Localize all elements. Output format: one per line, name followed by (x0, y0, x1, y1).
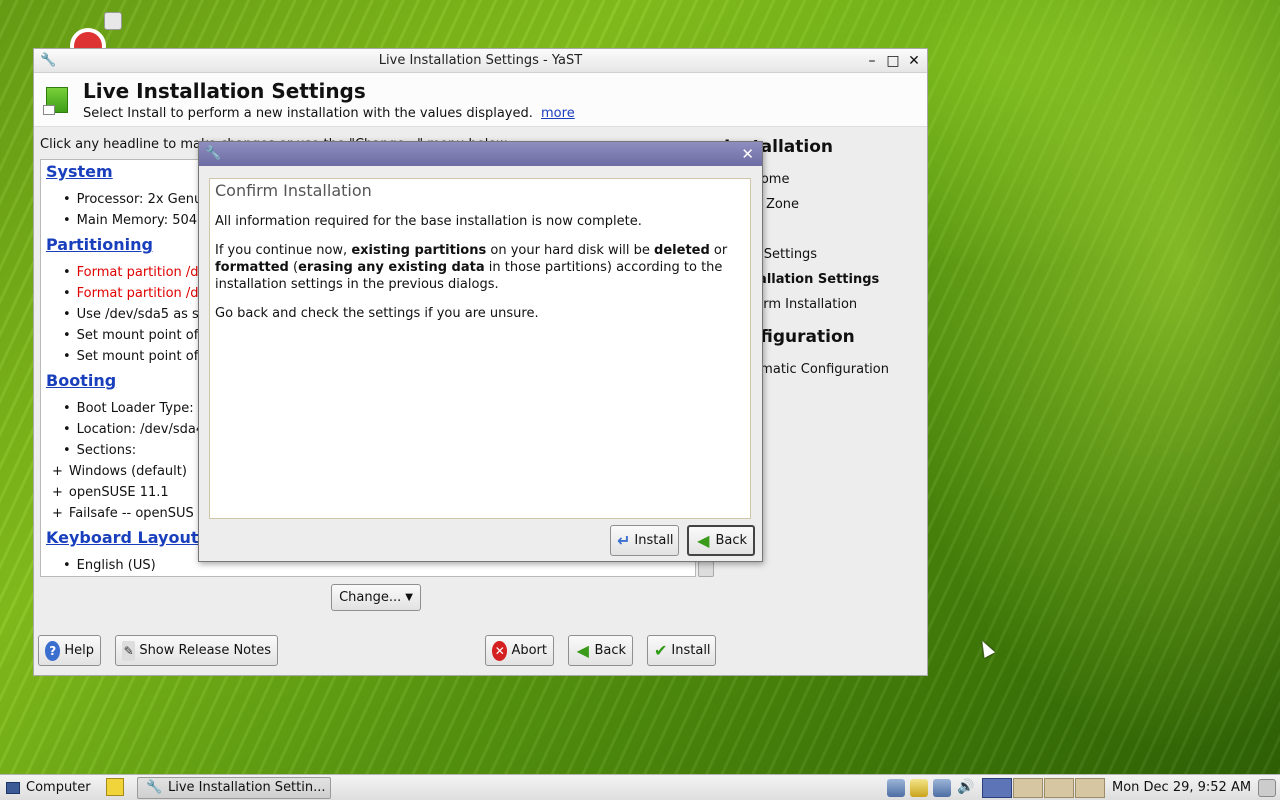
dialog-install-button[interactable]: ↵ Install (610, 525, 679, 556)
notes-icon: ✎ (122, 640, 136, 661)
mouse-cursor (976, 638, 996, 658)
window-titlebar[interactable]: 🔧 Live Installation Settings - YaST – □ … (34, 49, 927, 73)
help-button[interactable]: ? Help (38, 635, 101, 666)
volume-icon[interactable]: 🔊 (957, 779, 975, 797)
close-button[interactable]: ✕ (905, 52, 923, 70)
installation-icon (43, 87, 68, 115)
page-title: Live Installation Settings (83, 79, 366, 103)
dialog-back-button[interactable]: ◀ Back (687, 525, 755, 556)
wrench-icon: 🔧 (205, 146, 222, 161)
checkmark-icon: ✔ (654, 641, 668, 660)
more-link[interactable]: more (541, 106, 575, 121)
help-icon: ? (45, 640, 61, 661)
release-notes-button[interactable]: ✎ Show Release Notes (115, 635, 278, 666)
dialog-close-button[interactable]: ✕ (741, 145, 754, 163)
dialog-heading: Confirm Installation (215, 181, 372, 200)
taskbar: Computer 🔧 Live Installation Settin... 🔊… (0, 774, 1280, 800)
abort-button[interactable]: ✕ Abort (485, 635, 554, 666)
workspace-2[interactable] (1013, 778, 1043, 798)
install-arrow-icon: ↵ (617, 531, 631, 550)
page-subtitle: Select Install to perform a new installa… (83, 106, 575, 121)
scrollbar-arrow[interactable] (698, 561, 714, 577)
arrow-left-icon: ◀ (697, 531, 710, 550)
minimize-button[interactable]: – (863, 52, 881, 70)
install-button[interactable]: ✔ Install (647, 635, 716, 666)
chevron-down-icon: ▼ (405, 592, 413, 603)
abort-icon: ✕ (492, 640, 508, 661)
workspace-3[interactable] (1044, 778, 1074, 798)
dialog-message-1: All information required for the base in… (215, 214, 642, 229)
workspace-1[interactable] (982, 778, 1012, 798)
change-menu-button[interactable]: Change... ▼ (331, 584, 421, 611)
lock-icon (104, 12, 122, 30)
computer-menu[interactable]: Computer (6, 778, 91, 798)
dialog-content: Confirm Installation All information req… (209, 178, 751, 519)
device-icon[interactable] (933, 779, 951, 797)
page-header: Live Installation Settings Select Instal… (34, 73, 927, 127)
back-button[interactable]: ◀ Back (568, 635, 633, 666)
clock[interactable]: Mon Dec 29, 9:52 AM (1112, 778, 1251, 798)
subtitle-text: Select Install to perform a new installa… (83, 106, 533, 121)
dialog-message-2: If you continue now, existing partitions… (215, 243, 728, 292)
wrench-icon: 🔧 (146, 780, 163, 795)
network-icon[interactable] (887, 779, 905, 797)
window-title: Live Installation Settings - YaST (378, 53, 583, 68)
desktop-icon[interactable] (66, 10, 126, 64)
taskbar-window-button[interactable]: 🔧 Live Installation Settin... (137, 777, 331, 799)
show-desktop-icon[interactable] (1258, 779, 1276, 797)
notes-launcher-icon[interactable] (106, 778, 124, 796)
arrow-left-icon: ◀ (576, 641, 589, 660)
dialog-message-3: Go back and check the settings if you ar… (215, 306, 539, 321)
computer-icon (6, 781, 20, 794)
dialog-titlebar[interactable]: 🔧 ✕ (199, 142, 762, 166)
updater-icon[interactable] (910, 779, 928, 797)
confirm-installation-dialog: 🔧 ✕ Confirm Installation All information… (198, 141, 763, 562)
workspace-4[interactable] (1075, 778, 1105, 798)
maximize-button[interactable]: □ (884, 52, 902, 70)
